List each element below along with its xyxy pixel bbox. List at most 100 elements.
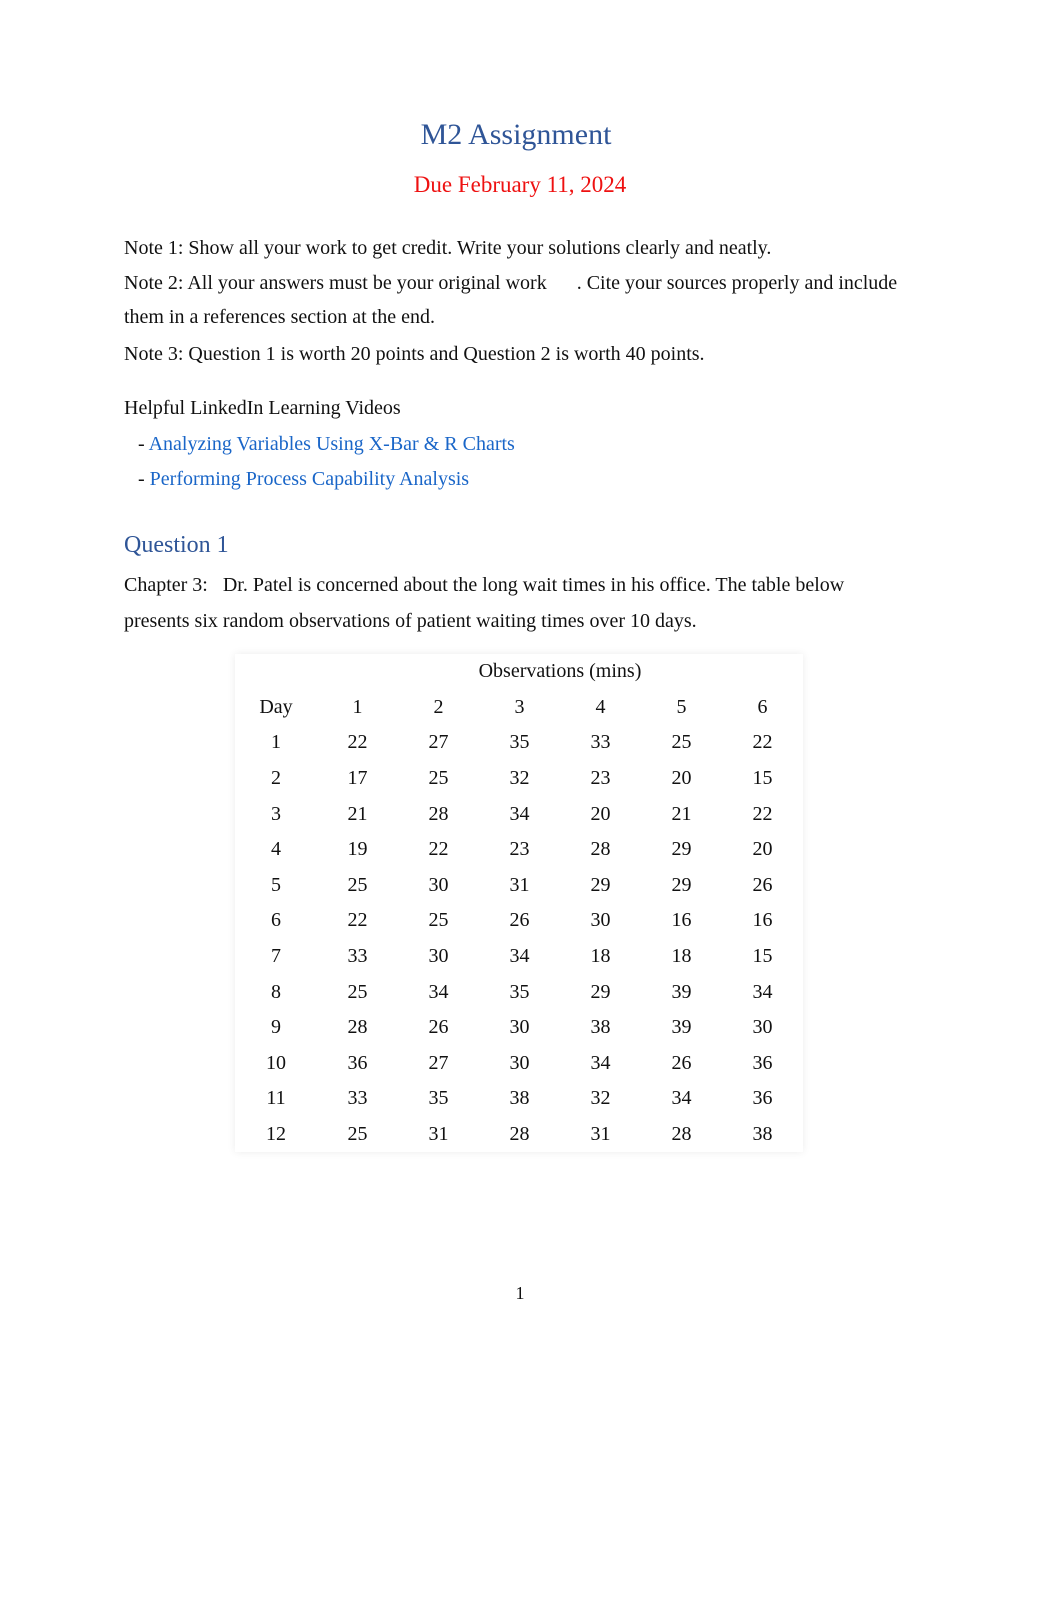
observation-cell: 23 [509, 838, 530, 861]
observation-cell: 33 [347, 945, 368, 968]
column-header: 2 [433, 695, 444, 718]
observations-table: Observations (mins) Day 1 2 3 4 5 6 1 22 27 35 33 2… [235, 654, 803, 1152]
observation-cell: 22 [347, 909, 368, 932]
note-2-cont: them in a references section at the end. [124, 306, 435, 328]
observation-cell: 30 [509, 1016, 530, 1039]
observation-cell: 25 [428, 909, 449, 932]
observation-cell: 29 [590, 873, 611, 896]
group-header-row: Observations (mins) [235, 654, 803, 690]
observation-cell: 26 [428, 1016, 449, 1039]
day-cell: 6 [271, 909, 281, 932]
day-cell: 11 [266, 1087, 286, 1110]
observation-cell: 28 [590, 838, 611, 861]
day-cell: 12 [266, 1123, 286, 1146]
observation-cell: 36 [347, 1051, 368, 1074]
observation-cell: 33 [347, 1087, 368, 1110]
video-link-xbar-r[interactable]: Analyzing Variables Using X-Bar & R Char… [149, 433, 515, 455]
observation-cell: 30 [752, 1016, 773, 1039]
observation-cell: 20 [590, 802, 611, 825]
day-cell: 2 [271, 767, 281, 790]
day-cell: 7 [271, 945, 281, 968]
observation-cell: 31 [590, 1123, 611, 1146]
due-date: Due February 11, 2024 [413, 172, 627, 197]
observation-cell: 15 [752, 945, 773, 968]
observation-cell: 27 [428, 731, 449, 754]
question-1-text-cont: presents six random observations of pati… [124, 610, 697, 632]
note-2: Note 2: All your answers must be your or… [124, 272, 898, 294]
observation-cell: 28 [347, 1016, 368, 1039]
observation-cell: 33 [590, 731, 611, 754]
observation-cell: 25 [347, 1123, 368, 1146]
observation-cell: 26 [752, 873, 773, 896]
table-row: 8 25 34 35 29 39 34 [235, 974, 803, 1010]
observation-cell: 25 [428, 767, 449, 790]
observation-cell: 36 [752, 1087, 773, 1110]
observation-cell: 34 [509, 802, 530, 825]
column-header-row: Day 1 2 3 4 5 6 [235, 690, 803, 726]
observation-cell: 27 [428, 1051, 449, 1074]
day-cell: 4 [271, 838, 281, 861]
observation-cell: 17 [347, 767, 368, 790]
observation-cell: 22 [752, 802, 773, 825]
column-header: 3 [514, 695, 525, 718]
table-row: 5 25 30 31 29 29 26 [235, 868, 803, 904]
observation-cell: 18 [671, 945, 692, 968]
observation-cell: 38 [509, 1087, 530, 1110]
day-cell: 5 [271, 873, 281, 896]
video-link-capability[interactable]: Performing Process Capability Analysis [150, 468, 469, 490]
observation-cell: 39 [671, 1016, 692, 1039]
table-row: 1 22 27 35 33 25 22 [235, 725, 803, 761]
observation-cell: 32 [509, 767, 530, 790]
observation-cell: 38 [590, 1016, 611, 1039]
observation-cell: 30 [590, 909, 611, 932]
video-item: - Performing Process Capability Analysis [138, 469, 469, 489]
observation-cell: 35 [509, 980, 530, 1003]
note-3: Note 3: Question 1 is worth 20 points an… [124, 343, 705, 365]
observation-cell: 31 [509, 873, 530, 896]
day-cell: 3 [271, 802, 281, 825]
observation-cell: 26 [509, 909, 530, 932]
table-row: 4 19 22 23 28 29 20 [235, 832, 803, 868]
observation-cell: 29 [671, 873, 692, 896]
day-cell: 1 [271, 731, 281, 754]
bullet: - [138, 468, 145, 490]
observation-cell: 20 [671, 767, 692, 790]
observation-cell: 28 [671, 1123, 692, 1146]
observation-cell: 29 [590, 980, 611, 1003]
question-1-text: Chapter 3: Dr. Patel is concerned about … [124, 574, 845, 596]
observation-cell: 19 [347, 838, 368, 861]
observation-cell: 30 [428, 873, 449, 896]
observation-cell: 28 [428, 802, 449, 825]
observation-cell: 25 [347, 980, 368, 1003]
observation-cell: 26 [671, 1051, 692, 1074]
observation-cell: 35 [509, 731, 530, 754]
table-row: 11 33 35 38 32 34 36 [235, 1081, 803, 1117]
day-cell: 9 [271, 1016, 281, 1039]
observation-cell: 31 [428, 1123, 449, 1146]
column-header: 4 [595, 695, 606, 718]
question-1-heading: Question 1 [124, 532, 229, 558]
bullet: - [138, 433, 145, 455]
table-row: 9 28 26 30 38 39 30 [235, 1010, 803, 1046]
observation-cell: 20 [752, 838, 773, 861]
observation-cell: 35 [428, 1087, 449, 1110]
column-header: 6 [757, 695, 768, 718]
day-cell: 8 [271, 980, 281, 1003]
observation-cell: 22 [752, 731, 773, 754]
observation-cell: 38 [752, 1123, 773, 1146]
observation-cell: 25 [671, 731, 692, 754]
observation-cell: 34 [428, 980, 449, 1003]
observation-cell: 25 [347, 873, 368, 896]
note-1: Note 1: Show all your work to get credit… [124, 237, 772, 259]
observation-cell: 21 [671, 802, 692, 825]
column-header: 5 [676, 695, 687, 718]
observation-cell: 22 [428, 838, 449, 861]
observation-cell: 23 [590, 767, 611, 790]
observation-cell: 30 [428, 945, 449, 968]
column-header: Day [259, 695, 293, 718]
observation-cell: 28 [509, 1123, 530, 1146]
observation-cell: 34 [590, 1051, 611, 1074]
observation-cell: 30 [509, 1051, 530, 1074]
page-title: M2 Assignment [420, 118, 612, 151]
observation-cell: 36 [752, 1051, 773, 1074]
